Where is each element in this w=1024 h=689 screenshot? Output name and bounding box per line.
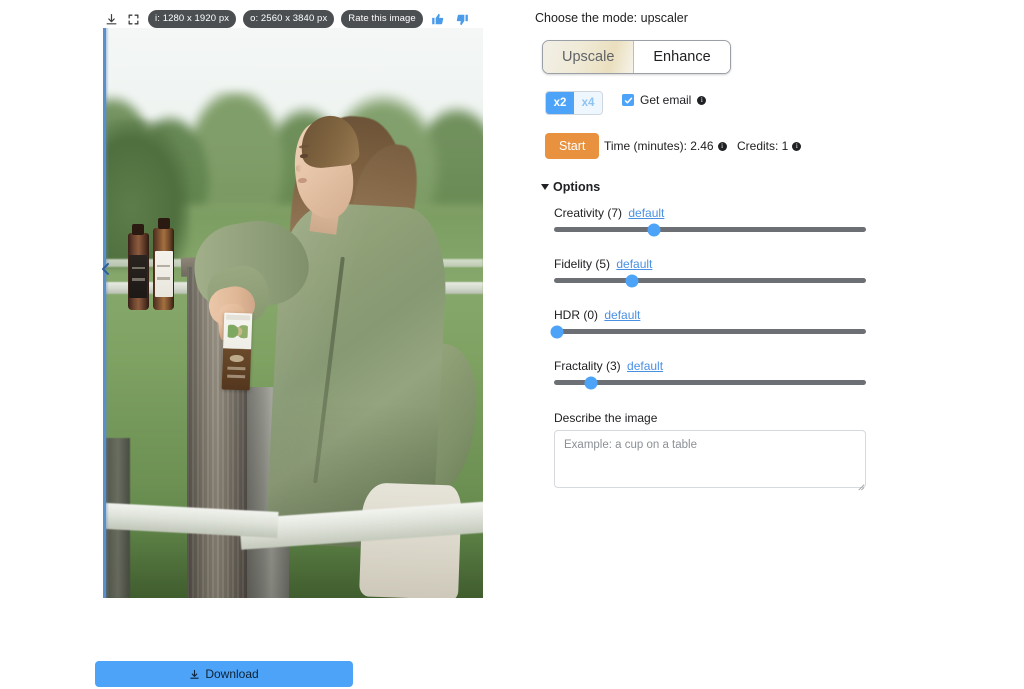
preview-image[interactable] [103, 28, 483, 598]
slider-hdr-value: HDR (0) [554, 308, 598, 322]
info-icon[interactable]: i [792, 142, 801, 151]
info-icon[interactable]: i [718, 142, 727, 151]
slider-fractality-track[interactable] [554, 380, 866, 385]
mode-toggle-group: Upscale Enhance [542, 40, 731, 74]
slider-fractality-value: Fractality (3) [554, 359, 621, 373]
slider-fidelity-thumb[interactable] [626, 274, 639, 287]
options-section-label: Options [553, 180, 600, 194]
slider-fidelity-default-link[interactable]: default [616, 257, 652, 271]
slider-hdr-label: HDR (0) default [554, 308, 866, 322]
slider-hdr: HDR (0) default [554, 308, 866, 334]
rate-this-image-button[interactable]: Rate this image [341, 10, 423, 29]
photo-scene [103, 28, 483, 598]
slider-creativity: Creativity (7) default [554, 206, 866, 232]
slider-hdr-default-link[interactable]: default [604, 308, 640, 322]
download-icon[interactable] [104, 12, 119, 27]
scale-x2-button[interactable]: x2 [546, 92, 574, 114]
slider-fractality-default-link[interactable]: default [627, 359, 663, 373]
options-section-toggle[interactable]: Options [541, 180, 600, 194]
start-button[interactable]: Start [545, 133, 599, 159]
thumbs-up-icon[interactable] [430, 11, 447, 28]
download-button[interactable]: Download [95, 661, 353, 687]
pouch-graphic [227, 325, 248, 338]
describe-image-input[interactable] [554, 430, 866, 488]
output-resolution-badge: o: 2560 x 3840 px [243, 10, 334, 29]
before-after-compare-slider[interactable] [103, 28, 106, 598]
credits-cost: Credits: 1 i [737, 139, 801, 153]
download-icon [189, 669, 200, 680]
slider-creativity-thumb[interactable] [647, 223, 660, 236]
credits-cost-label: Credits: 1 [737, 139, 788, 153]
pouch-brand-mark [230, 354, 244, 362]
preview-panel: i: 1280 x 1920 px o: 2560 x 3840 px Rate… [0, 0, 520, 689]
pouch-seal [225, 314, 250, 320]
slider-fidelity-label: Fidelity (5) default [554, 257, 866, 271]
slider-creativity-value: Creativity (7) [554, 206, 622, 220]
product-pouch [221, 313, 252, 391]
slider-creativity-track[interactable] [554, 227, 866, 232]
slider-fidelity-value: Fidelity (5) [554, 257, 610, 271]
slider-hdr-thumb[interactable] [551, 325, 564, 338]
info-icon[interactable]: i [697, 96, 706, 105]
slider-creativity-default-link[interactable]: default [628, 206, 664, 220]
scale-x4-button[interactable]: x4 [574, 92, 602, 114]
mode-upscale-button[interactable]: Upscale [543, 41, 633, 73]
slider-hdr-track[interactable] [554, 329, 866, 334]
slider-fractality-label: Fractality (3) default [554, 359, 866, 373]
get-email-row: Get email i [622, 93, 706, 107]
mode-heading: Choose the mode: upscaler [535, 11, 688, 25]
describe-image-label: Describe the image [554, 411, 657, 425]
download-button-label: Download [205, 667, 258, 681]
slider-creativity-label: Creativity (7) default [554, 206, 866, 220]
image-toolbar: i: 1280 x 1920 px o: 2560 x 3840 px Rate… [104, 10, 471, 28]
get-email-checkbox[interactable] [622, 94, 634, 106]
get-email-label: Get email [640, 93, 691, 107]
nose [296, 165, 302, 171]
settings-panel: Choose the mode: upscaler Upscale Enhanc… [534, 0, 1004, 689]
slider-fractality: Fractality (3) default [554, 359, 866, 385]
estimated-time: Time (minutes): 2.46 i [604, 139, 727, 153]
slider-fidelity: Fidelity (5) default [554, 257, 866, 283]
scale-factor-group: x2 x4 [545, 91, 603, 115]
chevron-down-icon [541, 184, 549, 190]
slider-fidelity-track[interactable] [554, 278, 866, 283]
slider-fractality-thumb[interactable] [585, 376, 598, 389]
fullscreen-expand-icon[interactable] [126, 12, 141, 27]
compare-slider-handle[interactable] [99, 258, 111, 280]
input-resolution-badge: i: 1280 x 1920 px [148, 10, 236, 29]
thumbs-down-icon[interactable] [454, 12, 471, 29]
estimated-time-label: Time (minutes): 2.46 [604, 139, 714, 153]
mode-enhance-button[interactable]: Enhance [634, 41, 729, 73]
